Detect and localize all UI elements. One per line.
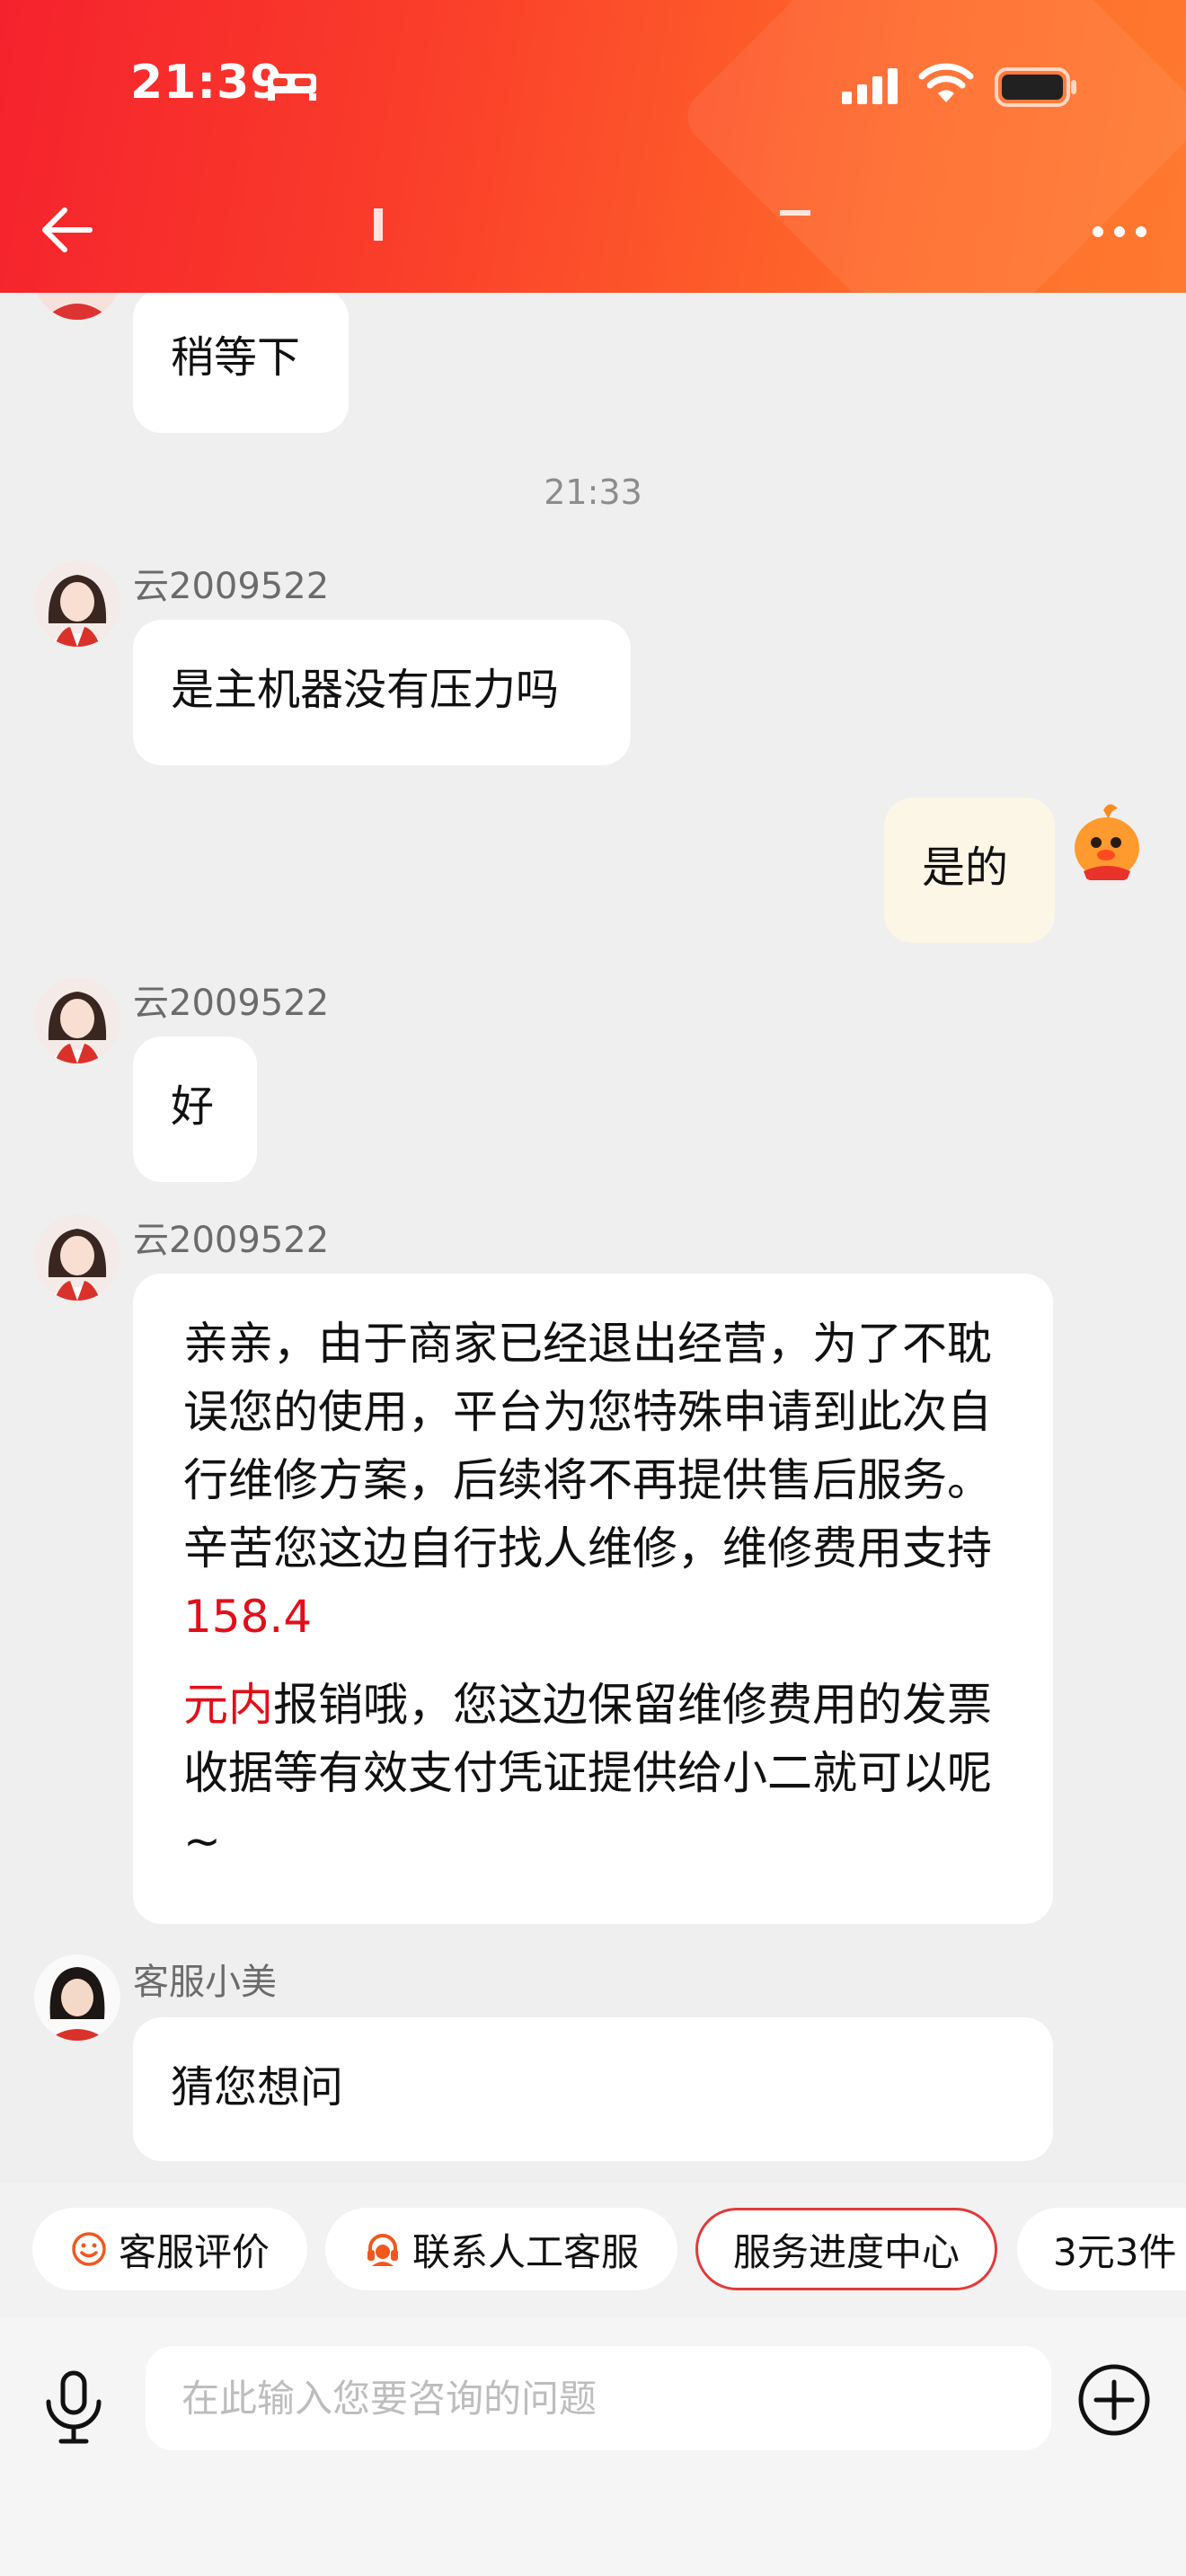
suggestion-card[interactable]: 猜您想问 [133,2017,1053,2161]
message-text: 好 [171,1081,215,1132]
title-fragment [780,210,810,216]
message-text: 稍等下 [171,332,301,383]
sender-name: 云2009522 [133,1220,330,1261]
agent-avatar [34,1214,120,1301]
quick-reply-bar[interactable]: 客服评价 联系人工客服 服务进度中心 3元3件 [0,2183,1186,2317]
smile-icon [70,2230,108,2268]
more-options-icon[interactable] [1091,223,1148,241]
message-bubble: 好 [133,1037,257,1182]
message-text: 是主机器没有压力吗 [171,665,560,715]
microphone-icon[interactable] [40,2369,108,2445]
quick-reply-service-progress[interactable]: 服务进度中心 [695,2208,997,2290]
agent-avatar [34,560,120,647]
battery-icon [995,67,1076,107]
input-bar [0,2317,1186,2576]
sender-name: 云2009522 [133,983,330,1024]
message-input[interactable] [146,2346,1051,2450]
quick-reply-rate-service[interactable]: 客服评价 [32,2208,307,2290]
message-bubble: 稍等下 [133,293,349,433]
message-paragraph: 元内报销哦，您这边保留维修费用的发票收据等有效支付凭证提供给小二就可以呢~ [183,1671,1003,1875]
sleep-mode-icon [268,74,316,101]
headset-icon [364,2230,402,2268]
sender-name: 云2009522 [133,566,330,607]
my-message-bubble: 是的 [884,798,1055,943]
user-avatar [1064,798,1150,884]
sender-name: 客服小美 [133,1962,277,2003]
message-paragraph: 亲亲，由于商家已经退出经营，为了不耽误您的使用，平台为您特殊申请到此次自行维修方… [183,1310,1003,1651]
wifi-icon [918,63,974,102]
quick-reply-promo[interactable]: 3元3件 [1017,2208,1186,2290]
status-time: 21:39 [130,56,284,110]
highlight-amount: 158.4 [183,1591,313,1643]
app-header: 21:39 [0,0,1186,293]
message-text: 报销哦，您这边保留维修费用的发票收据等有效支付凭证提供给小二就可以呢~ [183,1679,992,1867]
quick-reply-contact-human[interactable]: 联系人工客服 [325,2208,677,2290]
add-attachment-icon[interactable] [1076,2362,1152,2438]
agent-avatar [34,293,120,320]
message-text: 是的 [922,842,1009,893]
agent-avatar [34,977,120,1063]
highlight-text: 元内 [183,1679,273,1731]
chat-message-list[interactable]: 稍等下 21:33 云2009522 是主机器没有压力吗 是的 云2009522… [0,293,1186,2183]
message-bubble: 是主机器没有压力吗 [133,620,631,765]
time-divider: 21:33 [544,472,642,512]
message-text: 亲亲，由于商家已经退出经营，为了不耽误您的使用，平台为您特殊申请到此次自行维修方… [183,1318,992,1575]
message-bubble: 亲亲，由于商家已经退出经营，为了不耽误您的使用，平台为您特殊申请到此次自行维修方… [133,1274,1053,1924]
back-arrow-icon[interactable] [38,205,95,255]
bot-avatar [34,1954,120,2041]
message-text: 猜您想问 [171,2062,344,2113]
title-fragment [374,208,383,241]
cellular-signal-icon [842,68,898,104]
